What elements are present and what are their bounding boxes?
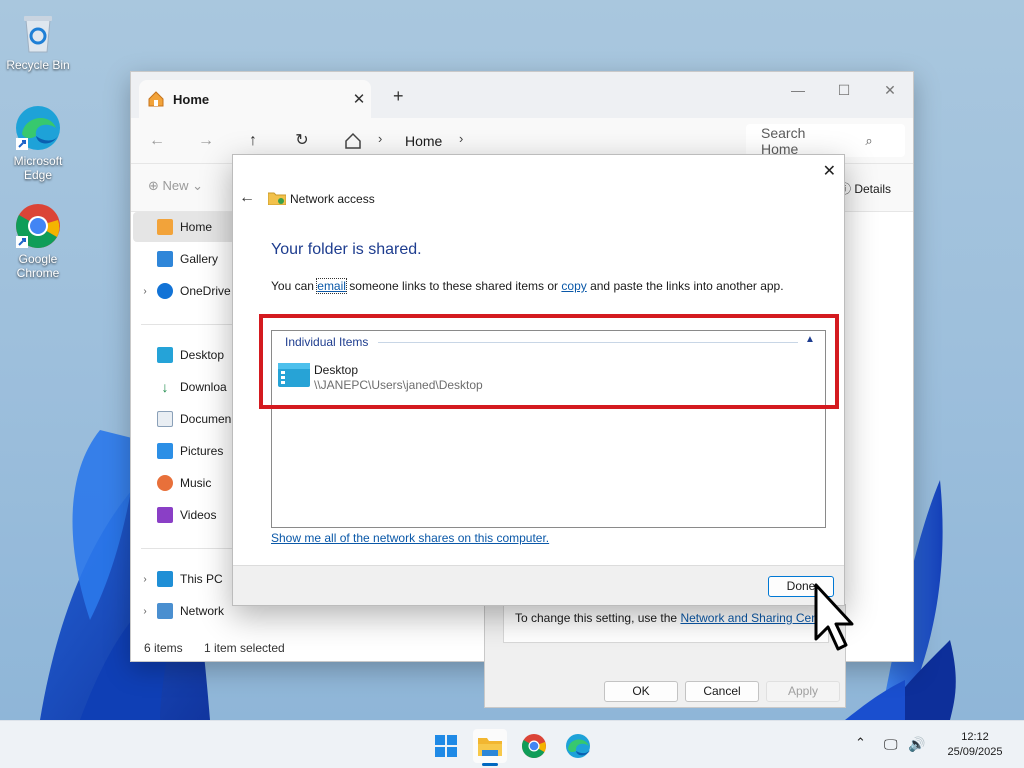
videos-icon [157, 507, 173, 523]
network-access-dialog: ✕ ← Network access Your folder is shared… [232, 154, 845, 606]
system-clock[interactable]: 12:12 25/09/2025 [940, 730, 1010, 760]
close-window-icon[interactable]: ✕ [867, 76, 913, 104]
clock-date: 25/09/2025 [947, 746, 1003, 758]
onedrive-icon [157, 283, 173, 299]
taskbar-chrome[interactable] [517, 729, 551, 763]
back-icon[interactable]: ← [144, 130, 170, 152]
selection-count: 1 item selected [204, 641, 285, 655]
chevron-right-icon[interactable]: › [133, 606, 157, 617]
new-tab-icon[interactable]: + [393, 86, 404, 107]
desktop-icon-label: Microsoft Edge [13, 154, 63, 182]
network-icon [157, 603, 173, 619]
email-link[interactable]: email [316, 278, 347, 294]
copy-link[interactable]: copy [561, 279, 586, 293]
this-pc-icon [157, 571, 173, 587]
taskbar-file-explorer[interactable] [473, 729, 507, 763]
dialog-footer: Done [233, 565, 844, 605]
search-icon: ⌕ [865, 132, 873, 148]
up-icon[interactable]: ↑ [240, 130, 266, 152]
new-button[interactable]: ⊕ New ⌄ [148, 178, 203, 194]
refresh-icon[interactable]: ↻ [289, 130, 315, 152]
setting-hint: To change this setting, use the Network … [515, 611, 835, 625]
desktop-icon-label: Recycle Bin [6, 58, 70, 72]
clock-time: 12:12 [961, 731, 989, 743]
tab-home[interactable]: Home ✕ [139, 80, 371, 118]
desktop-icon-edge[interactable]: Microsoft Edge [0, 104, 76, 182]
properties-dialog: To change this setting, use the Network … [484, 604, 846, 708]
file-explorer-icon [478, 738, 502, 756]
breadcrumb-home-icon[interactable] [343, 131, 363, 151]
desktop-icon-recycle-bin[interactable]: Recycle Bin [0, 8, 76, 72]
details-button[interactable]: ⓘ Details [839, 180, 891, 197]
shared-folder-icon [268, 192, 286, 205]
music-icon [157, 475, 173, 491]
dialog-heading: Your folder is shared. [271, 241, 422, 258]
dialog-message: You can email someone links to these sha… [271, 278, 784, 294]
taskbar: ⌃ 🖵 🔊 12:12 25/09/2025 [0, 720, 1024, 768]
minimize-icon[interactable]: — [775, 76, 821, 104]
edge-icon [566, 734, 590, 758]
breadcrumb-chevron-icon[interactable]: › [378, 131, 382, 146]
recycle-bin-icon [14, 8, 62, 56]
gallery-icon [157, 251, 173, 267]
search-input[interactable]: Search Home ⌕ [746, 124, 905, 157]
taskbar-edge[interactable] [561, 729, 595, 763]
tab-label: Home [173, 91, 210, 107]
cancel-button[interactable]: Cancel [685, 681, 759, 702]
chevron-right-icon[interactable]: › [133, 574, 157, 585]
edge-icon [14, 104, 62, 152]
home-icon [157, 219, 173, 235]
network-status-icon[interactable]: 🖵 [884, 736, 898, 753]
maximize-icon[interactable]: ☐ [821, 76, 867, 104]
chrome-icon [14, 202, 62, 250]
breadcrumb[interactable]: Home [405, 133, 442, 149]
close-tab-icon[interactable]: ✕ [347, 90, 371, 108]
ok-button[interactable]: OK [604, 681, 678, 702]
desktop-icon-chrome[interactable]: Google Chrome [0, 202, 76, 280]
start-button[interactable] [429, 729, 463, 763]
close-dialog-icon[interactable]: ✕ [823, 161, 836, 181]
highlight-frame [259, 314, 839, 409]
item-count: 6 items [144, 641, 183, 655]
forward-icon[interactable]: → [193, 130, 219, 152]
tray-overflow-chevron-icon[interactable]: ⌃ [855, 735, 866, 751]
dialog-title: Network access [290, 192, 375, 206]
search-placeholder: Search Home [761, 124, 806, 157]
chevron-right-icon[interactable]: › [133, 286, 157, 297]
mouse-cursor-icon [814, 583, 854, 651]
show-network-shares-link[interactable]: Show me all of the network shares on thi… [271, 531, 549, 545]
desktop-folder-icon [157, 347, 173, 363]
active-app-indicator [482, 763, 498, 766]
network-sharing-centre-link[interactable]: Network and Sharing Centre [680, 611, 831, 625]
windows-logo-icon [435, 735, 457, 757]
volume-icon[interactable]: 🔊 [908, 736, 925, 753]
pictures-icon [157, 443, 173, 459]
back-arrow-icon[interactable]: ← [239, 189, 255, 207]
documents-icon [157, 411, 173, 427]
title-bar: Home ✕ + — ☐ ✕ [131, 72, 913, 118]
apply-button[interactable]: Apply [766, 681, 840, 702]
chrome-icon [521, 734, 546, 759]
downloads-icon: ↓ [157, 379, 173, 395]
home-icon [148, 91, 164, 107]
breadcrumb-chevron-icon[interactable]: › [459, 131, 463, 146]
desktop-icon-label: Google Chrome [16, 252, 60, 280]
